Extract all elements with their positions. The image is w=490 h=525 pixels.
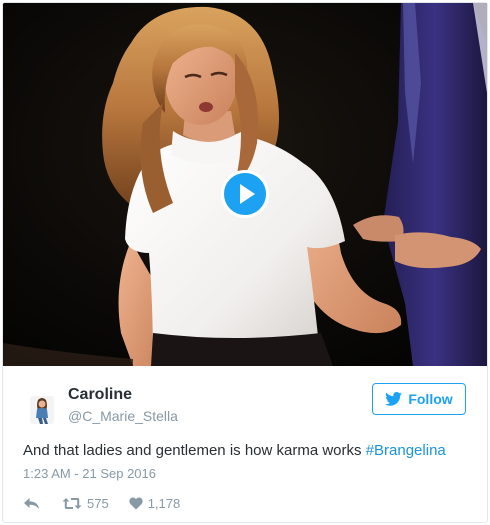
follow-label: Follow: [408, 391, 453, 407]
tweet-text: And that ladies and gentlemen is how kar…: [23, 442, 446, 459]
tweet-actions: 575 1,178: [23, 494, 180, 512]
tweet-text-body: And that ladies and gentlemen is how kar…: [23, 442, 366, 459]
like-button[interactable]: 1,178: [129, 495, 181, 511]
tweet-body: Caroline @C_Marie_Stella Follow And that…: [3, 366, 487, 522]
avatar[interactable]: [30, 396, 54, 424]
play-button[interactable]: [221, 170, 269, 218]
video-player[interactable]: [3, 3, 487, 366]
retweet-button[interactable]: 575: [62, 496, 109, 511]
like-count: 1,178: [147, 495, 181, 511]
reply-icon: [24, 497, 39, 509]
reply-button[interactable]: [23, 497, 40, 510]
play-icon: [240, 184, 255, 204]
user-handle[interactable]: @C_Marie_Stella: [68, 408, 178, 424]
heart-icon: [129, 497, 143, 509]
tweet-card: Caroline @C_Marie_Stella Follow And that…: [2, 2, 488, 523]
hashtag-link[interactable]: #Brangelina: [366, 442, 446, 459]
retweet-icon: [62, 497, 82, 509]
timestamp-link[interactable]: 1:23 AM - 21 Sep 2016: [23, 466, 156, 481]
retweet-count: 575: [87, 495, 109, 511]
twitter-bird-icon: [385, 392, 403, 406]
display-name[interactable]: Caroline: [68, 386, 132, 404]
follow-button[interactable]: Follow: [372, 383, 466, 415]
